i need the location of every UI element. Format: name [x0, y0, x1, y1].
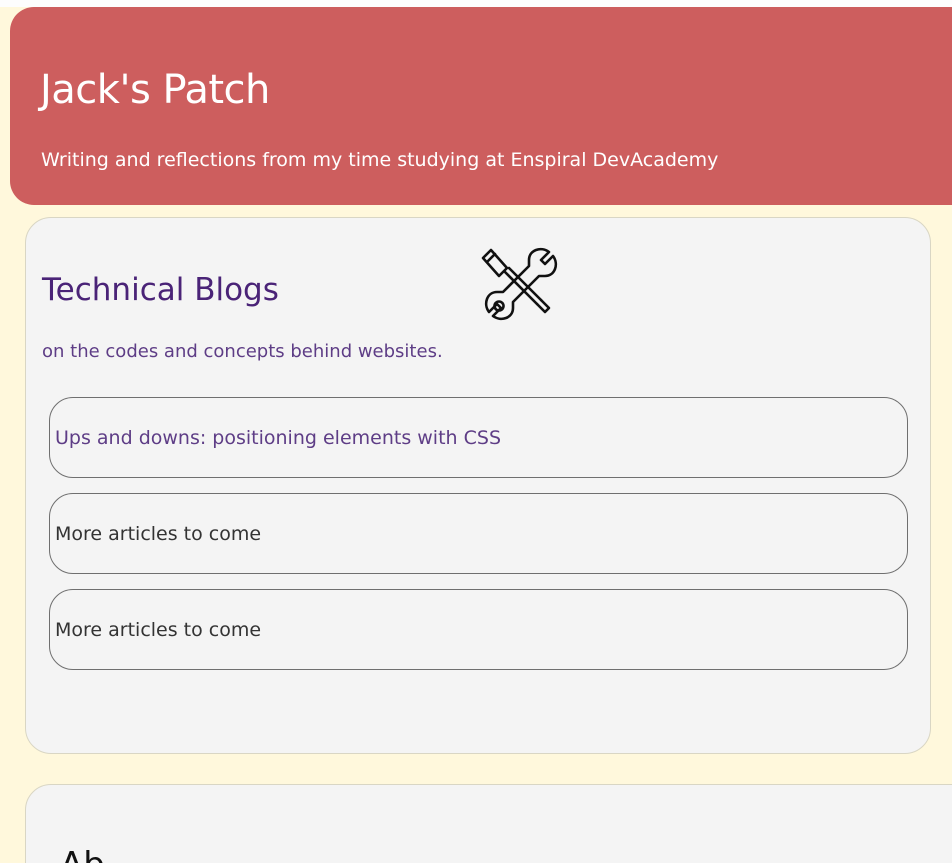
article-placeholder: More articles to come — [49, 493, 908, 574]
article-link-positioning-css[interactable]: Ups and downs: positioning elements with… — [49, 397, 908, 478]
technical-blogs-title: Technical Blogs — [42, 272, 279, 308]
article-placeholder: More articles to come — [49, 589, 908, 670]
site-subtitle: Writing and reflections from my time stu… — [41, 149, 719, 171]
technical-blogs-card: Technical Blogs on the codes and concept… — [25, 217, 931, 754]
site-title: Jack's Patch — [40, 67, 270, 113]
page: Jack's Patch Writing and reflections fro… — [0, 0, 952, 863]
tools-icon — [481, 247, 558, 321]
top-strip — [0, 0, 952, 7]
technical-blogs-subtitle: on the codes and concepts behind website… — [42, 341, 443, 362]
about-title: Ab — [60, 845, 105, 863]
about-card: Ab — [25, 784, 952, 863]
site-header: Jack's Patch Writing and reflections fro… — [10, 7, 952, 205]
